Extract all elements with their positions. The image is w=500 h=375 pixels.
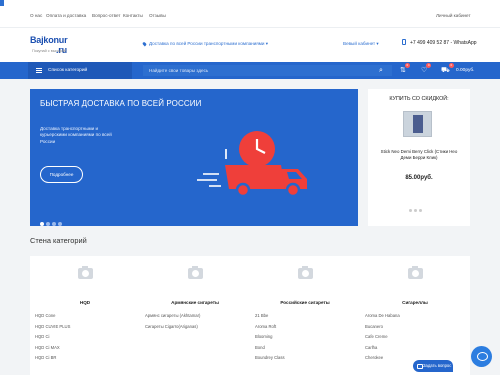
- category-item[interactable]: HQD Cone: [35, 313, 70, 324]
- flag-icon: [0, 0, 4, 6]
- phone-contact[interactable]: +7 499 409 52 87 - WhatsApp: [402, 39, 477, 46]
- hero-banner[interactable]: БЫСТРАЯ ДОСТАВКА ПО ВСЕЙ РОССИИ Доставка…: [30, 89, 358, 226]
- compare-badge: 0: [404, 63, 410, 68]
- category-item[interactable]: 21 Bbe: [255, 313, 285, 324]
- product-price: 85.00руб.: [405, 175, 433, 181]
- delivery-truck-icon: [197, 131, 307, 198]
- product-image[interactable]: [403, 111, 432, 137]
- category-item[interactable]: Bucanero: [365, 324, 400, 335]
- delivery-link[interactable]: Доставка по всей России транспортными ко…: [142, 41, 268, 47]
- banner-description: Доставка транспортными и курьерскими ком…: [40, 126, 112, 144]
- category-list-label: Список категорий: [48, 68, 88, 73]
- topbar-link-payment[interactable]: Оплата и доставка: [46, 13, 86, 18]
- topbar-link-about[interactable]: О нас: [30, 13, 42, 18]
- banner-pagination: [40, 213, 64, 226]
- category-item[interactable]: Сигареты Cigarro(Ariganas): [145, 324, 200, 335]
- category-item[interactable]: Carlha: [365, 345, 400, 356]
- banner-title: БЫСТРАЯ ДОСТАВКА ПО ВСЕЙ РОССИИ: [40, 99, 202, 108]
- category-item[interactable]: Cafe Creme: [365, 334, 400, 345]
- cabinet-select-text: Вевый кабинет: [343, 41, 376, 46]
- banner-dot[interactable]: [46, 222, 50, 226]
- category-title[interactable]: Сигареллы: [360, 300, 470, 305]
- discount-promo-card: КУПИТЬ СО СКИДКОЙ: Stick Neo Demi Berry …: [368, 89, 470, 226]
- menu-icon: [36, 68, 42, 73]
- category-item[interactable]: Aroma Roft: [255, 324, 285, 335]
- category-item[interactable]: HQD Ci BR: [35, 355, 70, 366]
- search-input[interactable]: [143, 65, 392, 76]
- promo-dot[interactable]: [409, 209, 412, 212]
- category-list-button[interactable]: Список категорий: [28, 62, 132, 79]
- category-item[interactable]: Boundrey Class: [255, 355, 285, 366]
- cart-badge: 0: [448, 63, 454, 68]
- cabinet-select[interactable]: Вевый кабинет ▾: [343, 41, 379, 47]
- top-bar: О нас Оплата и доставка Вопрос-ответ Кон…: [0, 0, 500, 28]
- category-item[interactable]: Армянс сигареты (Akhtamar): [145, 313, 200, 324]
- banner-dot[interactable]: [40, 222, 44, 226]
- delivery-link-text: Доставка по всей России транспортными ко…: [149, 41, 265, 46]
- logo-text: Bajkonur: [30, 35, 68, 45]
- wishlist-icon[interactable]: ♡ 0: [421, 63, 432, 75]
- ask-question-button[interactable]: Задать вопрос: [413, 360, 453, 372]
- promo-pagination: [409, 199, 424, 217]
- wishlist-badge: 0: [426, 63, 432, 68]
- account-link[interactable]: Личный кабинет: [436, 13, 471, 18]
- category-item[interactable]: HQD Ci MAX: [35, 345, 70, 356]
- camera-icon: [78, 266, 93, 279]
- promo-dot[interactable]: [414, 209, 417, 212]
- product-name[interactable]: Stick Neo Demi Berry Click (Стики Нео Де…: [376, 149, 462, 161]
- cart-icon[interactable]: ⛟ 0: [441, 63, 454, 75]
- cart-total[interactable]: 0.00руб.: [456, 68, 474, 73]
- category-item[interactable]: Bond: [255, 345, 285, 356]
- topbar-link-contacts[interactable]: Контакты: [123, 13, 143, 18]
- search-icon[interactable]: ⌕: [379, 66, 383, 75]
- category-title[interactable]: Армянские сигареты: [140, 300, 250, 305]
- category-column: Армянские сигареты Армянс сигареты (Akht…: [140, 256, 250, 375]
- chat-bubble-icon[interactable]: [471, 346, 492, 367]
- camera-icon: [188, 266, 203, 279]
- category-wall-title: Стена категорий: [30, 236, 87, 245]
- main-nav-bar: Список категорий ⌕ ⇅0 ♡0 ⛟0 0.00руб.: [0, 62, 500, 79]
- phone-number: +7 499 409 52 87 - WhatsApp: [410, 40, 477, 46]
- compare-icon[interactable]: ⇅ 0: [400, 63, 410, 75]
- promo-title: КУПИТЬ СО СКИДКОЙ:: [389, 96, 449, 102]
- topbar-link-reviews[interactable]: Отзывы: [149, 13, 166, 18]
- promo-dot[interactable]: [419, 209, 422, 212]
- category-item[interactable]: HQD Ci: [35, 334, 70, 345]
- category-title[interactable]: Российские сигареты: [250, 300, 360, 305]
- category-title[interactable]: HQD: [30, 300, 140, 305]
- banner-dot[interactable]: [52, 222, 56, 226]
- banner-more-button[interactable]: Подробнее: [40, 166, 83, 183]
- camera-icon: [408, 266, 423, 279]
- category-item[interactable]: Cherokee: [365, 355, 400, 366]
- camera-icon: [298, 266, 313, 279]
- category-column: Российские сигареты 21 Bbe Aroma Roft Bl…: [250, 256, 360, 375]
- category-item[interactable]: Blooming: [255, 334, 285, 345]
- location-pin-icon: [142, 41, 147, 47]
- phone-icon: [402, 39, 406, 45]
- category-wall: HQD HQD Cone HQD CUVIE PLUS HQD Ci HQD C…: [30, 256, 470, 375]
- ask-question-label: Задать вопрос: [423, 363, 452, 368]
- logo-tagline: Покупай с выгодой!: [32, 49, 67, 53]
- category-item[interactable]: Aroma De Habana: [365, 313, 400, 324]
- site-header: Bajkonur .ru Покупай с выгодой! Доставка…: [0, 28, 500, 62]
- category-item[interactable]: HQD CUVIE PLUS: [35, 324, 70, 335]
- category-column: HQD HQD Cone HQD CUVIE PLUS HQD Ci HQD C…: [30, 256, 140, 375]
- banner-dot[interactable]: [58, 222, 62, 226]
- topbar-link-faq[interactable]: Вопрос-ответ: [92, 13, 121, 18]
- category-column: Сигареллы Aroma De Habana Bucanero Cafe …: [360, 256, 470, 375]
